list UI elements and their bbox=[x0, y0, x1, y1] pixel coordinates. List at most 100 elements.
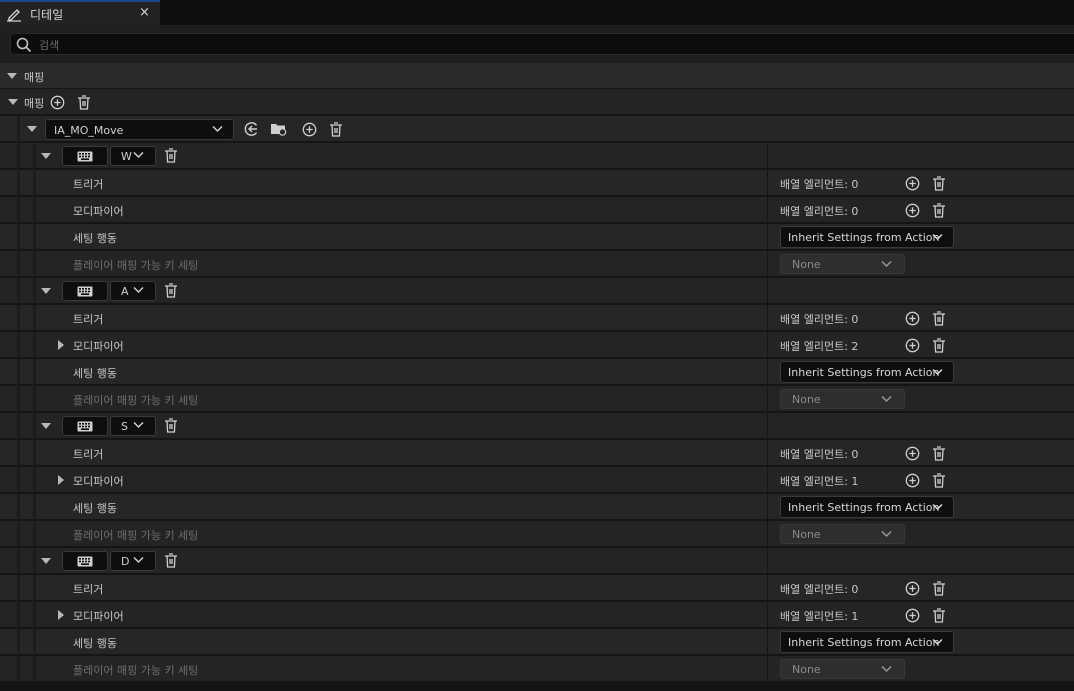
chevron-down-icon bbox=[881, 395, 892, 403]
triggers-label: 트리거 bbox=[73, 178, 104, 191]
modifiers-label: 모디파이어 bbox=[73, 475, 124, 488]
setting-behavior-label: 세팅 행동 bbox=[73, 367, 117, 380]
keyboard-button[interactable] bbox=[62, 551, 108, 571]
plus-circle-icon[interactable] bbox=[905, 203, 920, 218]
modifiers-count: 배열 엘리먼트: 0 bbox=[780, 205, 859, 218]
chevron-down-icon bbox=[932, 638, 943, 646]
trash-icon[interactable] bbox=[164, 148, 178, 163]
player-mappable-select[interactable]: None bbox=[780, 254, 905, 274]
tab-details[interactable]: 디테일 × bbox=[0, 0, 160, 25]
chevron-down-icon bbox=[881, 665, 892, 673]
column-divider bbox=[767, 413, 768, 439]
caret-down-icon[interactable] bbox=[8, 99, 18, 105]
trash-icon[interactable] bbox=[932, 473, 946, 488]
plus-circle-icon[interactable] bbox=[905, 338, 920, 353]
trash-icon[interactable] bbox=[164, 553, 178, 568]
caret-down-icon[interactable] bbox=[41, 153, 51, 159]
column-divider bbox=[767, 332, 768, 358]
trash-icon[interactable] bbox=[932, 203, 946, 218]
column-divider bbox=[767, 143, 768, 169]
column-divider bbox=[767, 629, 768, 655]
player-mappable-value: None bbox=[792, 528, 821, 541]
player-mappable-value: None bbox=[792, 663, 821, 676]
search-placeholder: 검색 bbox=[39, 39, 60, 52]
player-mappable-select[interactable]: None bbox=[780, 659, 905, 679]
plus-circle-icon[interactable] bbox=[50, 95, 65, 110]
trash-icon[interactable] bbox=[932, 338, 946, 353]
plus-circle-icon[interactable] bbox=[905, 581, 920, 596]
modifiers-count: 배열 엘리먼트: 2 bbox=[780, 340, 859, 353]
plus-circle-icon[interactable] bbox=[905, 608, 920, 623]
key-value: W bbox=[121, 150, 132, 163]
key-select[interactable]: S bbox=[110, 416, 156, 436]
trash-icon[interactable] bbox=[932, 608, 946, 623]
triggers-row: 트리거 배열 엘리먼트: 0 bbox=[0, 575, 1074, 601]
caret-right-icon[interactable] bbox=[58, 475, 64, 485]
trash-icon[interactable] bbox=[164, 283, 178, 298]
caret-down-icon[interactable] bbox=[41, 288, 51, 294]
key-select[interactable]: A bbox=[110, 281, 156, 301]
key-select[interactable]: D bbox=[110, 551, 156, 571]
search-input[interactable]: 검색 bbox=[10, 33, 1074, 55]
triggers-row: 트리거 배열 엘리먼트: 0 bbox=[0, 170, 1074, 196]
column-divider bbox=[767, 170, 768, 196]
trash-icon[interactable] bbox=[932, 446, 946, 461]
trash-icon[interactable] bbox=[164, 418, 178, 433]
setting-behavior-row: 세팅 행동 Inherit Settings from Action bbox=[0, 494, 1074, 520]
setting-behavior-row: 세팅 행동 Inherit Settings from Action bbox=[0, 359, 1074, 385]
keyboard-button[interactable] bbox=[62, 416, 108, 436]
column-divider bbox=[767, 278, 768, 304]
setting-behavior-select[interactable]: Inherit Settings from Action bbox=[780, 631, 954, 653]
caret-down-icon[interactable] bbox=[41, 423, 51, 429]
trash-icon[interactable] bbox=[329, 122, 343, 137]
caret-right-icon[interactable] bbox=[58, 610, 64, 620]
close-icon[interactable]: × bbox=[139, 5, 150, 20]
trash-icon[interactable] bbox=[932, 311, 946, 326]
column-divider bbox=[767, 359, 768, 385]
arrow-left-circle-icon[interactable] bbox=[244, 121, 260, 137]
plus-circle-icon[interactable] bbox=[905, 311, 920, 326]
search-toolbar: 검색 bbox=[0, 25, 1074, 63]
player-mappable-value: None bbox=[792, 393, 821, 406]
plus-circle-icon[interactable] bbox=[905, 176, 920, 191]
trash-icon[interactable] bbox=[77, 95, 91, 110]
setting-behavior-select[interactable]: Inherit Settings from Action bbox=[780, 226, 954, 248]
setting-behavior-value: Inherit Settings from Action bbox=[788, 501, 940, 514]
triggers-count: 배열 엘리먼트: 0 bbox=[780, 178, 859, 191]
key-mapping-header: D bbox=[0, 548, 1074, 574]
folder-search-icon[interactable] bbox=[270, 121, 288, 137]
plus-circle-icon[interactable] bbox=[302, 122, 317, 137]
key-mapping-header: W bbox=[0, 143, 1074, 169]
key-value: A bbox=[121, 285, 129, 298]
caret-right-icon[interactable] bbox=[58, 340, 64, 350]
key-value: D bbox=[121, 555, 130, 568]
player-mappable-label: 플레이어 매핑 가능 키 세팅 bbox=[73, 664, 199, 677]
keyboard-button[interactable] bbox=[62, 281, 108, 301]
column-divider bbox=[767, 197, 768, 223]
input-action-select[interactable]: IA_MO_Move bbox=[45, 119, 234, 140]
caret-down-icon[interactable] bbox=[41, 558, 51, 564]
setting-behavior-select[interactable]: Inherit Settings from Action bbox=[780, 361, 954, 383]
setting-behavior-select[interactable]: Inherit Settings from Action bbox=[780, 496, 954, 518]
trash-icon[interactable] bbox=[932, 581, 946, 596]
caret-down-icon[interactable] bbox=[7, 73, 17, 79]
setting-behavior-label: 세팅 행동 bbox=[73, 637, 117, 650]
plus-circle-icon[interactable] bbox=[905, 473, 920, 488]
key-mapping-header: S bbox=[0, 413, 1074, 439]
key-select[interactable]: W bbox=[110, 146, 156, 166]
column-divider bbox=[767, 440, 768, 466]
section-header-mappings[interactable]: 매핑 bbox=[0, 63, 1074, 89]
chevron-down-icon bbox=[932, 503, 943, 511]
chevron-down-icon bbox=[133, 421, 144, 429]
player-mappable-select[interactable]: None bbox=[780, 389, 905, 409]
modifiers-row: 모디파이어 배열 엘리먼트: 0 bbox=[0, 197, 1074, 223]
trash-icon[interactable] bbox=[932, 176, 946, 191]
keyboard-button[interactable] bbox=[62, 146, 108, 166]
column-divider bbox=[767, 602, 768, 628]
search-icon bbox=[16, 37, 32, 53]
triggers-count: 배열 엘리먼트: 0 bbox=[780, 448, 859, 461]
caret-down-icon[interactable] bbox=[27, 126, 37, 132]
plus-circle-icon[interactable] bbox=[905, 446, 920, 461]
player-mappable-select[interactable]: None bbox=[780, 524, 905, 544]
player-mappable-row: 플레이어 매핑 가능 키 세팅 None bbox=[0, 251, 1074, 277]
